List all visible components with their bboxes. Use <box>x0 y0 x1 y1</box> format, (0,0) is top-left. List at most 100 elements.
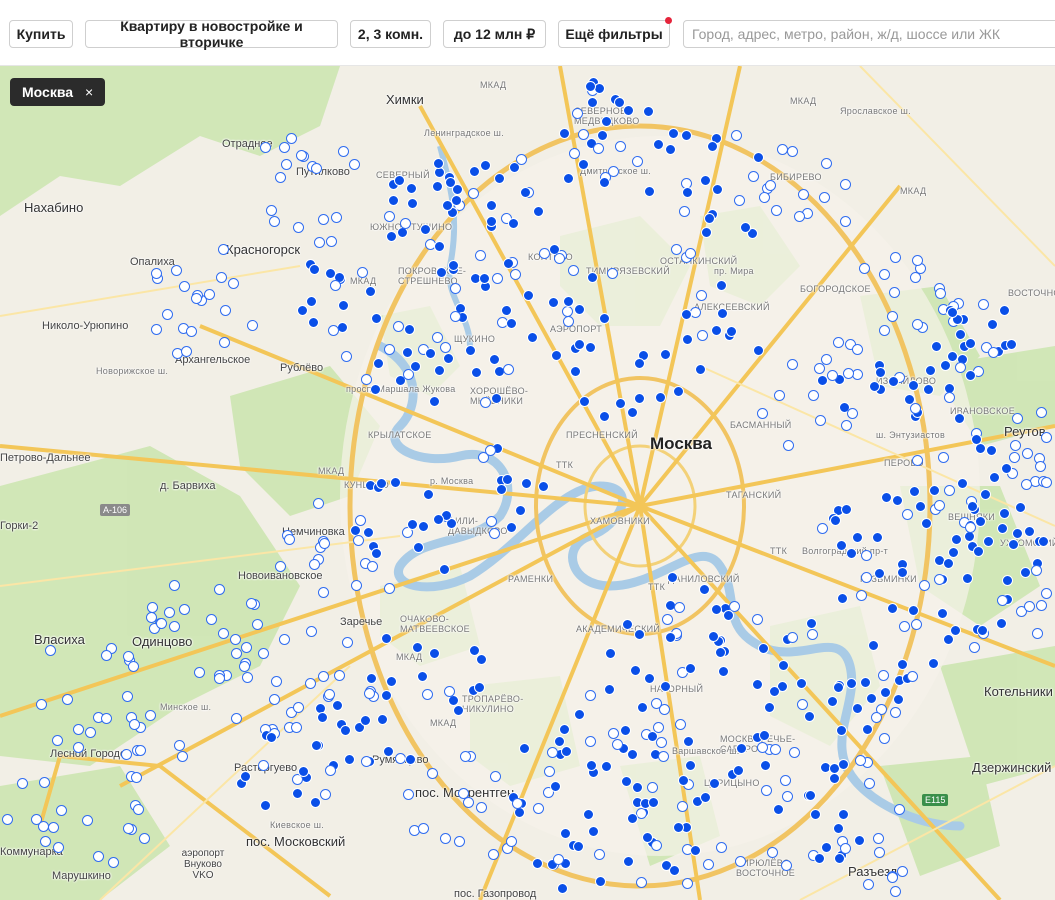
listing-marker[interactable] <box>847 408 858 419</box>
listing-marker[interactable] <box>418 823 429 834</box>
listing-marker[interactable] <box>156 618 167 629</box>
listing-marker[interactable] <box>365 286 376 297</box>
listing-marker[interactable] <box>417 671 428 682</box>
listing-marker[interactable] <box>875 367 886 378</box>
listing-marker[interactable] <box>260 142 271 153</box>
listing-marker[interactable] <box>821 842 832 853</box>
listing-marker[interactable] <box>856 590 867 601</box>
listing-marker[interactable] <box>506 836 517 847</box>
listing-marker[interactable] <box>216 272 227 283</box>
listing-marker[interactable] <box>486 516 497 527</box>
listing-marker[interactable] <box>56 805 67 816</box>
listing-marker[interactable] <box>678 775 689 786</box>
listing-marker[interactable] <box>954 413 965 424</box>
listing-marker[interactable] <box>433 514 444 525</box>
listing-marker[interactable] <box>893 694 904 705</box>
listing-marker[interactable] <box>246 598 257 609</box>
listing-marker[interactable] <box>453 705 464 716</box>
listing-marker[interactable] <box>388 195 399 206</box>
listing-marker[interactable] <box>532 858 543 869</box>
listing-marker[interactable] <box>827 370 838 381</box>
listing-marker[interactable] <box>912 455 923 466</box>
listing-marker[interactable] <box>131 772 142 783</box>
listing-marker[interactable] <box>585 736 596 747</box>
listing-marker[interactable] <box>432 181 443 192</box>
listing-marker[interactable] <box>560 828 571 839</box>
listing-marker[interactable] <box>947 307 958 318</box>
listing-marker[interactable] <box>817 523 828 534</box>
listing-marker[interactable] <box>782 791 793 802</box>
listing-marker[interactable] <box>699 584 710 595</box>
listing-marker[interactable] <box>854 835 865 846</box>
listing-marker[interactable] <box>298 766 309 777</box>
listing-marker[interactable] <box>593 143 604 154</box>
listing-marker[interactable] <box>578 159 589 170</box>
listing-marker[interactable] <box>634 358 645 369</box>
listing-marker[interactable] <box>548 297 559 308</box>
listing-marker[interactable] <box>475 250 486 261</box>
listing-marker[interactable] <box>644 673 655 684</box>
listing-marker[interactable] <box>735 856 746 867</box>
more-filters-button[interactable]: Ещё фильтры <box>558 17 672 48</box>
listing-marker[interactable] <box>390 477 401 488</box>
listing-marker[interactable] <box>797 699 808 710</box>
listing-marker[interactable] <box>501 305 512 316</box>
listing-marker[interactable] <box>460 751 471 762</box>
listing-marker[interactable] <box>93 851 104 862</box>
listing-marker[interactable] <box>665 144 676 155</box>
listing-marker[interactable] <box>771 205 782 216</box>
listing-marker[interactable] <box>326 236 337 247</box>
listing-marker[interactable] <box>921 518 932 529</box>
listing-marker[interactable] <box>935 288 946 299</box>
listing-marker[interactable] <box>317 712 328 723</box>
listing-marker[interactable] <box>305 678 316 689</box>
listing-marker[interactable] <box>752 679 763 690</box>
listing-marker[interactable] <box>874 847 885 858</box>
listing-marker[interactable] <box>685 760 696 771</box>
listing-marker[interactable] <box>761 785 772 796</box>
listing-marker[interactable] <box>563 296 574 307</box>
listing-marker[interactable] <box>997 595 1008 606</box>
listing-marker[interactable] <box>353 535 364 546</box>
listing-marker[interactable] <box>868 640 879 651</box>
listing-marker[interactable] <box>443 353 454 364</box>
listing-marker[interactable] <box>471 367 482 378</box>
listing-marker[interactable] <box>897 659 908 670</box>
listing-marker[interactable] <box>665 632 676 643</box>
listing-marker[interactable] <box>573 841 584 852</box>
listing-marker[interactable] <box>700 792 711 803</box>
listing-marker[interactable] <box>427 768 438 779</box>
listing-marker[interactable] <box>890 886 901 897</box>
listing-marker[interactable] <box>436 267 447 278</box>
listing-marker[interactable] <box>231 648 242 659</box>
listing-marker[interactable] <box>559 128 570 139</box>
listing-marker[interactable] <box>588 826 599 837</box>
listing-marker[interactable] <box>696 290 707 301</box>
listing-marker[interactable] <box>1024 526 1035 537</box>
listing-marker[interactable] <box>658 751 669 762</box>
listing-marker[interactable] <box>863 879 874 890</box>
listing-marker[interactable] <box>780 775 791 786</box>
listing-marker[interactable] <box>716 280 727 291</box>
listing-marker[interactable] <box>533 803 544 814</box>
listing-marker[interactable] <box>386 231 397 242</box>
listing-marker[interactable] <box>476 654 487 665</box>
listing-marker[interactable] <box>944 392 955 403</box>
listing-marker[interactable] <box>292 788 303 799</box>
listing-marker[interactable] <box>186 326 197 337</box>
listing-marker[interactable] <box>361 374 372 385</box>
listing-marker[interactable] <box>736 743 747 754</box>
listing-marker[interactable] <box>407 519 418 530</box>
listing-marker[interactable] <box>695 364 706 375</box>
listing-marker[interactable] <box>214 673 225 684</box>
listing-marker[interactable] <box>429 648 440 659</box>
listing-marker[interactable] <box>533 206 544 217</box>
listing-marker[interactable] <box>360 715 371 726</box>
listing-marker[interactable] <box>656 737 667 748</box>
listing-marker[interactable] <box>634 629 645 640</box>
listing-marker[interactable] <box>569 148 580 159</box>
listing-marker[interactable] <box>218 244 229 255</box>
listing-marker[interactable] <box>840 179 851 190</box>
listing-marker[interactable] <box>434 241 445 252</box>
listing-marker[interactable] <box>923 384 934 395</box>
